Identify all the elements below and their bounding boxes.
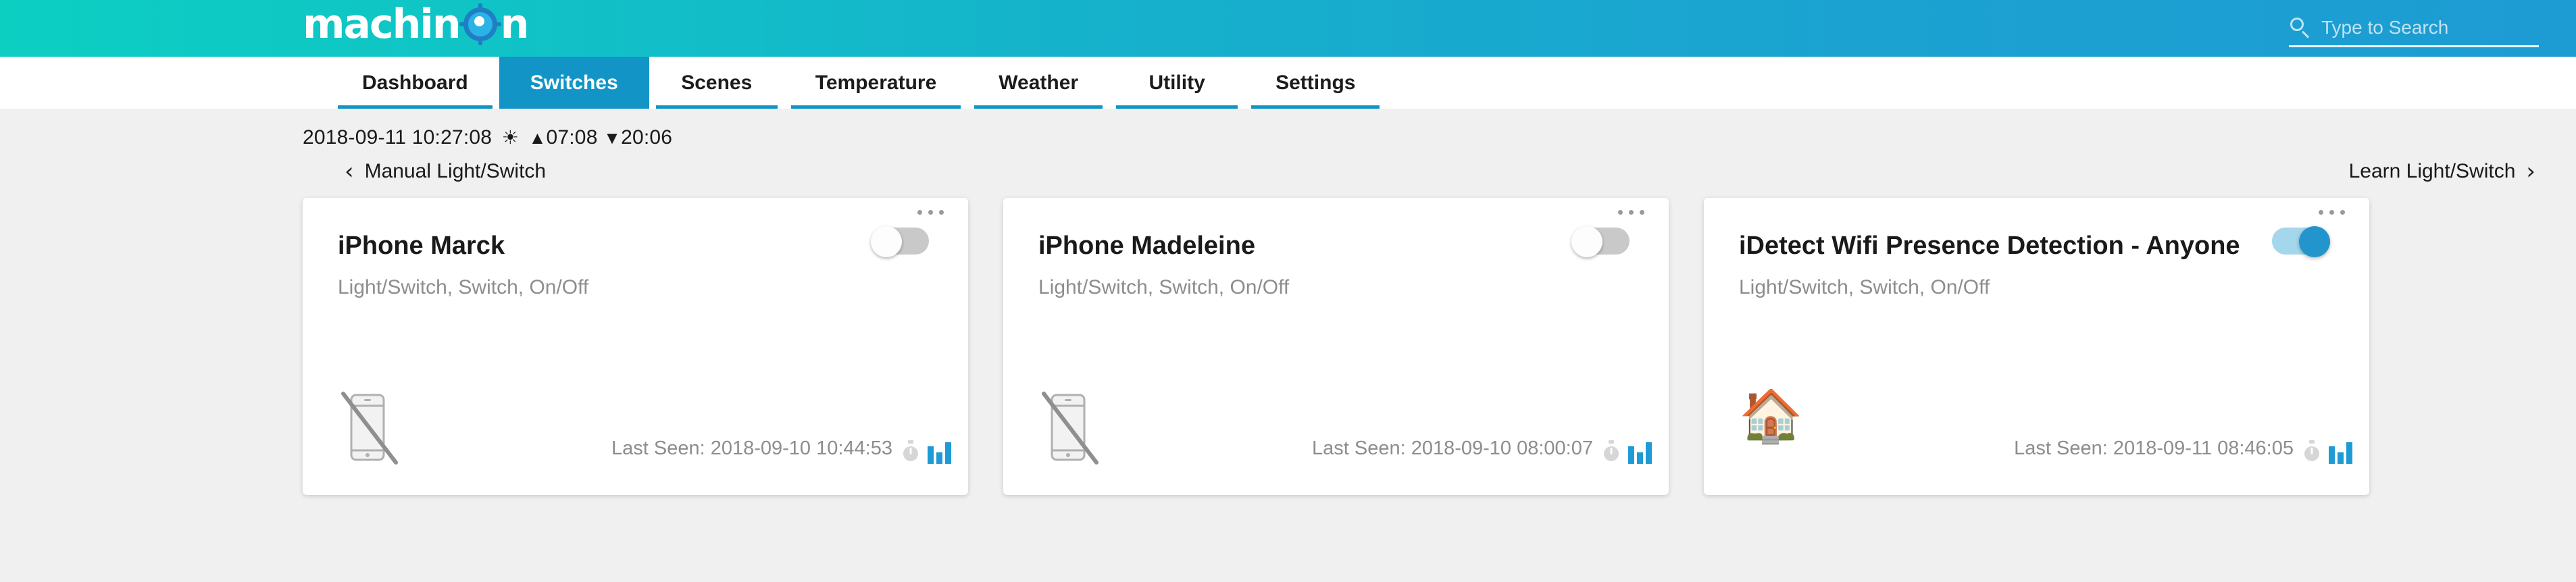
app-logo[interactable]: machin n <box>303 1 530 48</box>
sunset-arrow-icon: ▼ <box>603 128 622 148</box>
statistics-bar-chart-icon[interactable] <box>1628 441 1654 464</box>
tab-utility[interactable]: Utility <box>1109 57 1244 109</box>
prev-section-label: Manual Light/Switch <box>364 160 547 182</box>
card-title: iDetect Wifi Presence Detection - Anyone <box>1739 232 2240 260</box>
current-datetime: 2018-09-11 10:27:08 <box>303 126 493 149</box>
statistics-bar-chart-icon[interactable] <box>2329 441 2354 464</box>
toggle-knob <box>871 226 902 257</box>
house-glyph: 🏠 <box>1739 388 1803 445</box>
tab-switches[interactable]: Switches <box>499 57 649 109</box>
switch-toggle[interactable] <box>2272 226 2330 257</box>
tab-label: Scenes <box>681 71 753 94</box>
sunset-time: 20:06 <box>621 126 673 149</box>
status-datetime-bar: 2018-09-11 10:27:08 ☀ ▲07:08 ▼20:06 <box>0 109 2576 149</box>
app-header: machin n <box>0 0 2576 57</box>
last-seen-label: Last Seen: 2018-09-10 10:44:53 <box>611 438 892 459</box>
logo-text-first: machin <box>303 1 461 48</box>
timer-icon[interactable] <box>1601 440 1621 462</box>
tab-label: Utility <box>1148 71 1205 94</box>
card-subtitle: Light/Switch, Switch, On/Off <box>338 276 589 298</box>
switch-toggle[interactable] <box>871 226 929 257</box>
tab-weather[interactable]: Weather <box>967 57 1109 109</box>
card-menu-button[interactable] <box>1618 210 1644 215</box>
timer-icon[interactable] <box>2302 440 2322 462</box>
sunrise-arrow-icon: ▲ <box>528 128 547 148</box>
last-seen-label: Last Seen: 2018-09-10 08:00:07 <box>1312 438 1593 459</box>
phone-off-icon <box>338 391 403 465</box>
sunrise-time: 07:08 <box>546 126 598 149</box>
sun-icon: ☀ <box>501 127 520 148</box>
page-body: 2018-09-11 10:27:08 ☀ ▲07:08 ▼20:06 ‹ Ma… <box>0 109 2576 582</box>
tab-dashboard[interactable]: Dashboard <box>331 57 499 109</box>
card-menu-button[interactable] <box>917 210 944 215</box>
search-input[interactable] <box>2321 16 2565 38</box>
switch-card[interactable]: iDetect Wifi Presence Detection - Anyone… <box>1704 198 2369 495</box>
tab-scenes[interactable]: Scenes <box>649 57 784 109</box>
house-icon: 🏠 <box>1739 391 1804 465</box>
card-subtitle: Light/Switch, Switch, On/Off <box>1038 276 1290 298</box>
card-menu-button[interactable] <box>2319 210 2345 215</box>
card-subtitle: Light/Switch, Switch, On/Off <box>1739 276 1990 298</box>
next-section-label: Learn Light/Switch <box>2348 160 2516 182</box>
switch-card-grid: iPhone Marck Light/Switch, Switch, On/Of… <box>0 183 2576 495</box>
toggle-knob <box>1571 226 1602 257</box>
tab-label: Weather <box>999 71 1079 94</box>
next-section-link[interactable]: Learn Light/Switch › <box>2349 160 2535 183</box>
switch-toggle[interactable] <box>1571 226 1630 257</box>
search-box[interactable] <box>2289 9 2565 47</box>
statistics-bar-chart-icon[interactable] <box>928 441 953 464</box>
switch-card[interactable]: iPhone Marck Light/Switch, Switch, On/Of… <box>303 198 968 495</box>
section-nav: ‹ Manual Light/Switch Learn Light/Switch… <box>0 149 2576 183</box>
tab-label: Switches <box>530 71 618 94</box>
tab-settings[interactable]: Settings <box>1244 57 1386 109</box>
phone-off-icon <box>1038 391 1103 465</box>
logo-o-icon <box>459 3 501 45</box>
timer-icon[interactable] <box>901 440 921 462</box>
prev-section-link[interactable]: ‹ Manual Light/Switch <box>345 160 546 183</box>
main-tabs: Dashboard Switches Scenes Temperature We… <box>0 57 2576 109</box>
last-seen-label: Last Seen: 2018-09-11 08:46:05 <box>2014 438 2294 459</box>
switch-card[interactable]: iPhone Madeleine Light/Switch, Switch, O… <box>1003 198 1669 495</box>
search-icon <box>2289 16 2312 39</box>
chevron-left-icon: ‹ <box>345 158 354 185</box>
tab-temperature[interactable]: Temperature <box>784 57 968 109</box>
tab-label: Dashboard <box>362 71 468 94</box>
toggle-knob <box>2299 226 2330 257</box>
card-title: iPhone Marck <box>338 232 505 260</box>
tab-label: Temperature <box>815 71 937 94</box>
chevron-right-icon: › <box>2526 158 2535 185</box>
logo-text-last: n <box>500 1 530 48</box>
tab-label: Settings <box>1276 71 1356 94</box>
card-title: iPhone Madeleine <box>1038 232 1255 260</box>
